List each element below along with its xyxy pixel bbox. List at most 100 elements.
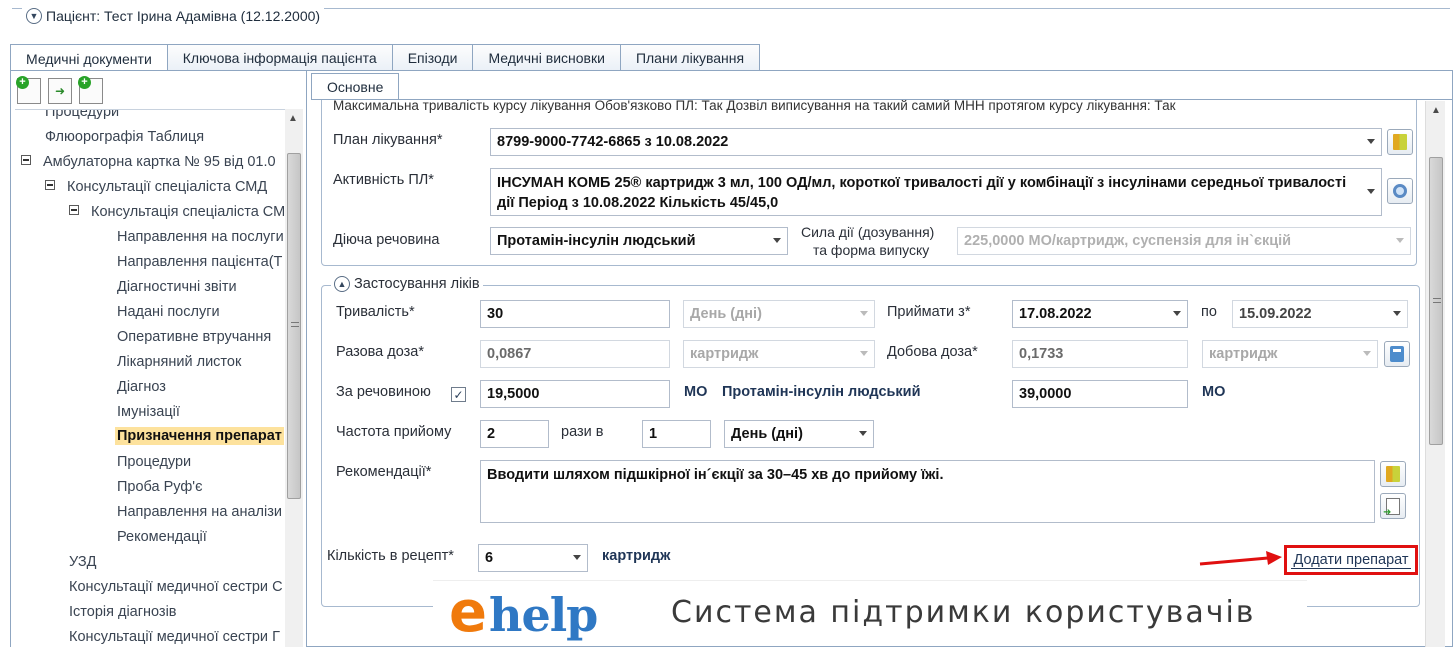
ehelp-logo-e: e — [449, 580, 487, 645]
frequency-label: Частота прийому — [336, 424, 452, 440]
patient-title: Пацієнт: Тест Ірина Адамівна (12.12.2000… — [46, 8, 321, 24]
ehelp-banner: e help Система підтримки користувачів — [433, 580, 1307, 645]
tree-item[interactable]: Амбулаторна картка № 95 від 01.0 — [21, 154, 276, 170]
tab-medical-conclusions[interactable]: Медичні висновки — [472, 44, 620, 71]
tree-item[interactable]: Консультація спеціаліста СМ — [69, 204, 285, 220]
tree-item[interactable]: Флюорографія Таблиця — [45, 129, 204, 145]
chevron-down-icon — [1396, 238, 1404, 243]
tab-medical-documents[interactable]: Медичні документи — [10, 44, 167, 72]
import-document-button[interactable]: ➜ — [48, 78, 72, 104]
grip-icon — [291, 322, 299, 327]
recommendations-import-button[interactable] — [1380, 493, 1406, 519]
plus-icon: + — [78, 76, 91, 89]
tab-key-patient-info[interactable]: Ключова інформація пацієнта — [166, 44, 392, 71]
chevron-down-icon — [1367, 139, 1375, 144]
tree-item[interactable]: Надані послуги — [117, 304, 220, 320]
chevron-down-icon — [1363, 351, 1371, 356]
strength-label: Сила дії (дозування) та форма випуску — [801, 224, 935, 258]
tree-scroll-thumb[interactable] — [287, 153, 301, 499]
take-from-label: Приймати з* — [887, 304, 971, 320]
daily-dose-input[interactable]: 0,1733 — [1012, 340, 1188, 368]
tree-item[interactable]: Оперативне втручання — [117, 329, 271, 345]
add-episode-button[interactable]: + — [78, 76, 103, 104]
single-dose-label: Разова доза* — [336, 344, 424, 360]
tree-item[interactable]: Процедури — [117, 454, 191, 470]
substance-select[interactable]: Протамін-інсулін людський — [490, 227, 788, 255]
collapse-toggle-icon[interactable] — [69, 205, 79, 216]
activity-select[interactable]: ІНСУМАН КОМБ 25® картридж 3 мл, 100 ОД/м… — [490, 168, 1382, 216]
tree-item[interactable]: Направлення на послуги — [117, 229, 284, 245]
recommendations-textarea[interactable]: Вводити шляхом підшкірної ін´єкції за 30… — [480, 460, 1375, 523]
add-drug-button[interactable]: Додати препарат — [1284, 545, 1418, 575]
tab-episodes[interactable]: Епізоди — [391, 44, 473, 71]
single-dose-input[interactable]: 0,0867 — [480, 340, 670, 368]
duration-input[interactable]: 30 — [480, 300, 670, 328]
scroll-up-icon[interactable]: ▲ — [1431, 105, 1441, 116]
tree-item[interactable]: Консультації медичної сестри С — [69, 579, 283, 595]
activity-search-button[interactable] — [1387, 178, 1413, 204]
plan-book-button[interactable] — [1387, 129, 1413, 155]
plan-select[interactable]: 8799-9000-7742-6865 з 10.08.2022 — [490, 128, 1382, 156]
to-date[interactable]: 15.09.2022 — [1232, 300, 1408, 328]
add-document-button[interactable]: + — [16, 76, 41, 104]
tree-item[interactable]: УЗД — [69, 554, 96, 570]
mo-unit-label-2: МО — [1202, 384, 1226, 400]
patient-header: ▼ Пацієнт: Тест Ірина Адамівна (12.12.20… — [12, 8, 1450, 32]
chevron-down-icon — [1367, 189, 1375, 194]
chevron-up-icon[interactable]: ▲ — [334, 276, 350, 292]
document-import-icon — [1383, 497, 1400, 518]
recommendations-book-button[interactable] — [1380, 461, 1406, 487]
document-tree-panel: + ➜ + Процедури Флюорографія Таблиця Амб… — [11, 71, 307, 647]
qty-label: Кількість в рецепт* — [327, 548, 454, 564]
chevron-down-icon — [859, 431, 867, 436]
ehelp-logo-help: help — [489, 588, 598, 642]
collapse-toggle-icon[interactable] — [45, 180, 55, 191]
period-select[interactable]: День (дні) — [724, 420, 874, 448]
patient-legend: ▼ Пацієнт: Тест Ірина Адамівна (12.12.20… — [22, 8, 325, 24]
tree-item[interactable]: Направлення на аналізи — [117, 504, 282, 520]
tree-item[interactable]: Рекомендації — [117, 529, 207, 545]
tree-item[interactable]: Лікарняний листок — [117, 354, 241, 370]
tree-item[interactable]: Імунізації — [117, 404, 180, 420]
to-label: по — [1201, 304, 1217, 320]
plus-icon: + — [16, 76, 29, 89]
by-substance-input[interactable]: 19,5000 — [480, 380, 670, 408]
times-in-input[interactable]: 1 — [642, 420, 711, 448]
form-scroll-thumb[interactable] — [1429, 157, 1443, 445]
scroll-up-icon[interactable]: ▲ — [288, 113, 298, 124]
course-info-line: Максимальна тривалість курсу лікування О… — [333, 99, 1176, 113]
daily-dose-unit-select: картридж — [1202, 340, 1378, 368]
tab-main[interactable]: Основне — [311, 73, 400, 100]
tree-item-selected[interactable]: Призначення препарат — [115, 427, 284, 445]
tree-item[interactable]: Консультації медичної сестри Г — [69, 629, 280, 645]
grip-icon — [1433, 298, 1441, 303]
take-from-date[interactable]: 17.08.2022 — [1012, 300, 1188, 328]
by-substance-checkbox[interactable]: ✓ — [451, 387, 466, 402]
tree-scrollbar[interactable]: ▲ — [285, 109, 303, 647]
duration-label: Тривалість* — [336, 304, 415, 320]
chevron-down-icon — [773, 238, 781, 243]
daily-dose-label: Добова доза* — [887, 344, 978, 360]
qty-unit-label: картридж — [602, 548, 671, 564]
arrow-right-icon: ➜ — [54, 84, 66, 98]
tree-item[interactable]: Направлення пацієнта(Т — [117, 254, 282, 270]
tree-item[interactable]: Діагностичні звіти — [117, 279, 237, 295]
tree-item[interactable]: Проба Руф'є — [117, 479, 202, 495]
tree-item[interactable]: Історія діагнозів — [69, 604, 177, 620]
by-substance-label: За речовиною — [336, 384, 431, 400]
tree-item[interactable]: Діагноз — [117, 379, 166, 395]
form-scrollbar[interactable]: ▲ — [1425, 101, 1445, 647]
frequency-input[interactable]: 2 — [480, 420, 549, 448]
collapse-chevron-icon[interactable]: ▼ — [26, 8, 42, 24]
ehelp-tagline: Система підтримки користувачів — [671, 595, 1256, 630]
qty-select[interactable]: 6 — [478, 544, 588, 572]
recommendations-label: Рекомендації* — [336, 464, 432, 480]
tree-item[interactable]: Консультації спеціаліста СМД — [45, 179, 267, 195]
tree-item[interactable]: Процедури — [45, 110, 119, 120]
book-icon — [1386, 466, 1400, 482]
tab-treatment-plans[interactable]: Плани лікування — [619, 44, 761, 71]
chevron-down-icon — [573, 555, 581, 560]
calculator-button[interactable] — [1384, 341, 1410, 367]
collapse-toggle-icon[interactable] — [21, 155, 31, 166]
substance-daily-input[interactable]: 39,0000 — [1012, 380, 1188, 408]
